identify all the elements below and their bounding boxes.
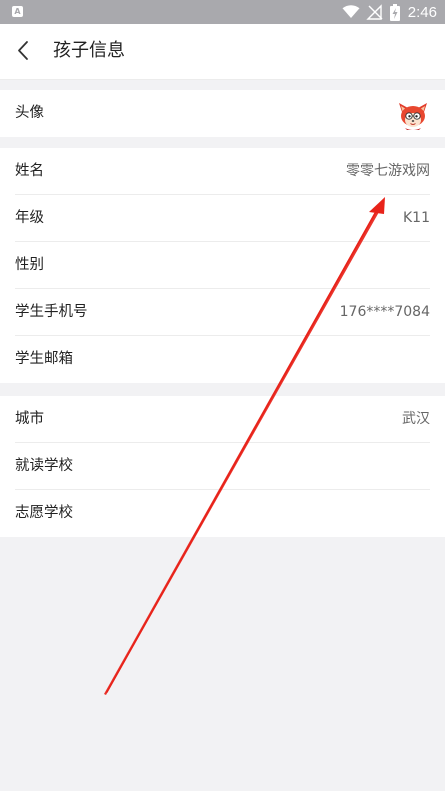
email-row[interactable]: 学生邮箱 — [0, 336, 445, 383]
target-school-row[interactable]: 志愿学校 — [0, 490, 445, 537]
grade-row[interactable]: 年级 K11 — [0, 195, 445, 242]
city-row[interactable]: 城市 武汉 — [0, 396, 445, 443]
city-label: 城市 — [15, 411, 44, 427]
phone-value: 176****7084 — [339, 304, 430, 320]
chevron-left-icon — [18, 41, 28, 60]
status-icons: 2:46 — [342, 3, 437, 21]
grade-value: K11 — [403, 210, 430, 226]
status-time: 2:46 — [407, 3, 437, 21]
name-value: 零零七游戏网 — [346, 163, 430, 179]
city-value: 武汉 — [402, 411, 430, 427]
basic-info-section: 姓名 零零七游戏网 年级 K11 性别 学生手机号 176****7084 学生… — [0, 148, 445, 383]
email-label: 学生邮箱 — [15, 351, 73, 367]
wifi-icon — [342, 5, 360, 18]
phone-label: 学生手机号 — [15, 304, 88, 320]
avatar-section: 头像 — [0, 90, 445, 137]
phone-row[interactable]: 学生手机号 176****7084 — [0, 289, 445, 336]
grade-label: 年级 — [15, 210, 44, 226]
app-header: 孩子信息 — [0, 24, 445, 80]
avatar[interactable] — [397, 99, 429, 131]
status-bar: A 2:46 — [0, 0, 445, 24]
avatar-label: 头像 — [15, 105, 44, 121]
page-title: 孩子信息 — [53, 40, 125, 61]
signal-off-icon — [366, 4, 383, 20]
name-label: 姓名 — [15, 163, 44, 179]
gender-row[interactable]: 性别 — [0, 242, 445, 289]
target-school-label: 志愿学校 — [15, 505, 73, 521]
battery-charging-icon — [389, 3, 400, 21]
notification-app-icon: A — [12, 6, 23, 17]
current-school-row[interactable]: 就读学校 — [0, 443, 445, 490]
avatar-row[interactable]: 头像 — [0, 90, 445, 137]
gender-label: 性别 — [15, 257, 44, 273]
school-info-section: 城市 武汉 就读学校 志愿学校 — [0, 396, 445, 537]
name-row[interactable]: 姓名 零零七游戏网 — [0, 148, 445, 195]
back-button[interactable] — [10, 36, 40, 66]
current-school-label: 就读学校 — [15, 458, 73, 474]
